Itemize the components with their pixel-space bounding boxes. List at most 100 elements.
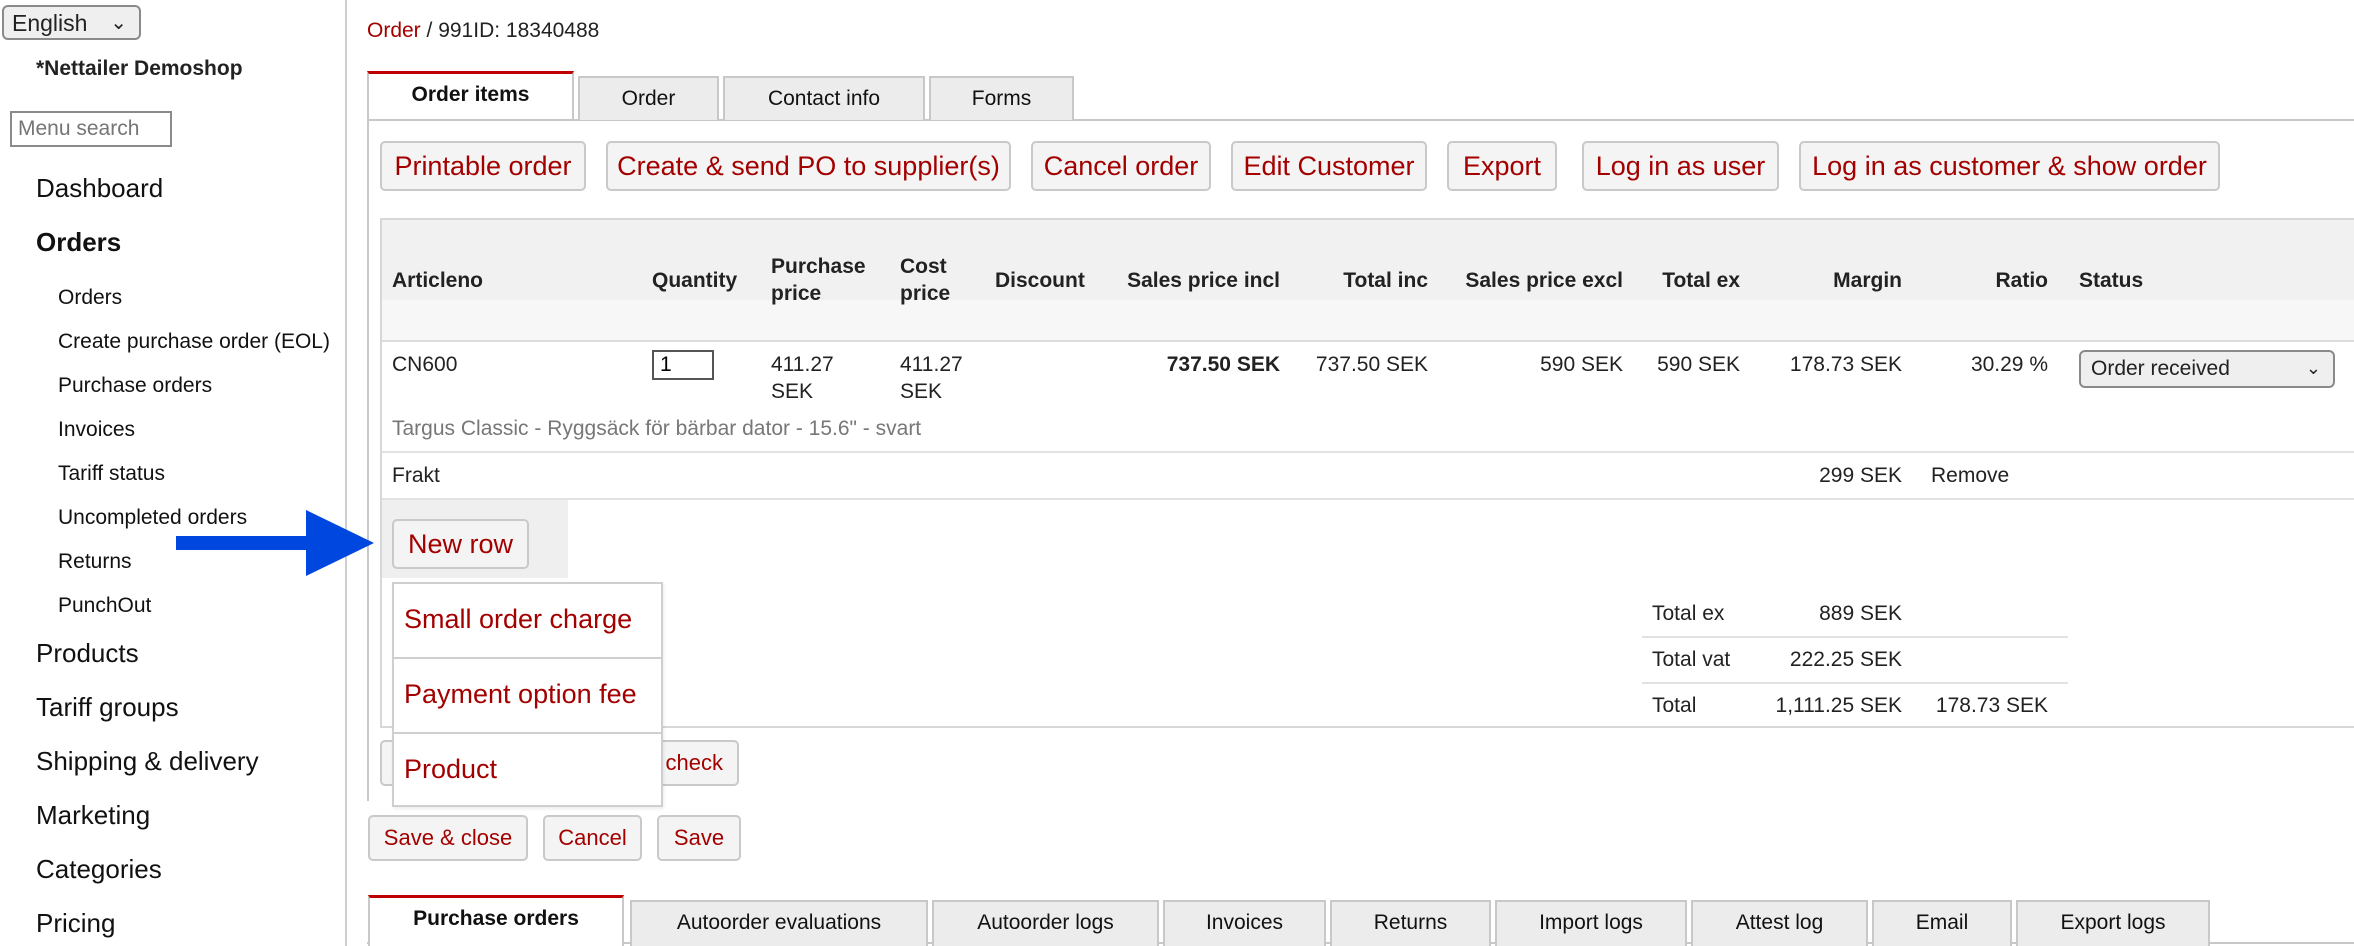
bottom-tab-returns[interactable]: Returns [1330, 900, 1491, 946]
chevron-down-icon: ⌄ [110, 12, 127, 34]
dropdown-item-small-order-charge[interactable]: Small order charge [394, 584, 661, 658]
sidebar-subitem-returns[interactable]: Returns [58, 550, 132, 574]
column-header-discount: Discount [995, 269, 1085, 292]
cancel-button[interactable]: Cancel [543, 815, 642, 861]
export-button[interactable]: Export [1447, 141, 1557, 191]
save-close-button[interactable]: Save & close [368, 815, 528, 861]
column-header-quantity: Quantity [652, 269, 738, 292]
column-header-cost-price-line2: price [900, 282, 951, 305]
dropdown-item-product[interactable]: Product [394, 734, 661, 808]
bottom-tab-autoorder-evaluations[interactable]: Autoorder evaluations [630, 900, 928, 946]
total-margin: 178.73 SEK [1935, 694, 2048, 717]
bottom-tab-attest-log[interactable]: Attest log [1691, 900, 1868, 946]
row-purchase-price: 411.27 SEK [771, 351, 834, 405]
row-total-ex: 590 SEK [1657, 353, 1740, 376]
sidebar-item-dashboard[interactable]: Dashboard [36, 173, 163, 204]
arrow-right-icon [176, 510, 374, 576]
column-header-total-inc: Total inc [1343, 269, 1428, 292]
row-cost-price-currency: SEK [900, 380, 943, 403]
tab-order[interactable]: Order [578, 76, 719, 120]
cancel-order-button[interactable]: Cancel order [1031, 141, 1211, 191]
sidebar-item-tariff-groups[interactable]: Tariff groups [36, 692, 179, 723]
language-select-value: English [12, 10, 88, 36]
sidebar-item-products[interactable]: Products [36, 638, 139, 669]
sidebar-item-pricing[interactable]: Pricing [36, 908, 115, 939]
bottom-tab-invoices[interactable]: Invoices [1163, 900, 1326, 946]
column-header-cost-price-line1: Cost [900, 255, 947, 278]
sidebar-subitem-punchout[interactable]: PunchOut [58, 594, 151, 618]
breadcrumb-separator: / [420, 19, 439, 42]
column-header-cost-price: Cost price [900, 253, 950, 307]
row-margin: 178.73 SEK [1789, 353, 1902, 376]
column-header-purchase-price-line1: Purchase [771, 255, 866, 278]
printable-order-button[interactable]: Printable order [380, 141, 586, 191]
quantity-input[interactable] [652, 350, 714, 380]
bottom-tab-purchase-orders[interactable]: Purchase orders [368, 895, 624, 946]
column-header-sales-price-excl: Sales price excl [1465, 269, 1623, 292]
tab-forms[interactable]: Forms [929, 76, 1074, 120]
row-description: Targus Classic - Ryggsäck för bärbar dat… [392, 417, 922, 440]
sidebar: English ⌄ *Nettailer Demoshop Dashboard … [0, 0, 347, 946]
row-ratio: 30.29 % [1970, 353, 2048, 376]
menu-search-input[interactable] [10, 111, 172, 147]
sidebar-subitem-tariff-status[interactable]: Tariff status [58, 462, 165, 486]
log-in-as-user-button[interactable]: Log in as user [1582, 141, 1779, 191]
column-header-sales-price-incl: Sales price incl [1127, 269, 1280, 292]
sidebar-item-shipping-delivery[interactable]: Shipping & delivery [36, 746, 259, 777]
column-header-purchase-price-line2: price [771, 282, 822, 305]
row-sales-price-incl: 737.50 SEK [1166, 353, 1280, 376]
breadcrumb-current: 991ID: 18340488 [438, 19, 600, 42]
bottom-tab-email[interactable]: Email [1872, 900, 2012, 946]
new-row-dropdown: Small order charge Payment option fee Pr… [392, 582, 663, 807]
row-sales-price-excl: 590 SEK [1540, 353, 1623, 376]
column-header-ratio: Ratio [1995, 269, 2049, 292]
sidebar-item-marketing[interactable]: Marketing [36, 800, 150, 831]
new-row-button[interactable]: New row [392, 519, 529, 569]
row-cost-price-value: 411.27 [900, 353, 963, 376]
bottom-tab-export-logs[interactable]: Export logs [2016, 900, 2210, 946]
column-header-total-ex: Total ex [1662, 269, 1740, 292]
sidebar-subitem-purchase-orders[interactable]: Purchase orders [58, 374, 212, 398]
tab-contact-info[interactable]: Contact info [723, 76, 925, 120]
chevron-down-icon: ⌄ [2305, 358, 2321, 378]
freight-link[interactable]: Frakt [392, 462, 440, 489]
breadcrumb-order-link[interactable]: Order [367, 19, 421, 42]
row-purchase-price-value: 411.27 [771, 353, 834, 376]
total-ex-value: 889 SEK [1819, 602, 1902, 625]
sidebar-item-orders[interactable]: Orders [36, 227, 121, 258]
total-vat-value: 222.25 SEK [1789, 648, 1902, 671]
save-button[interactable]: Save [657, 815, 741, 861]
freight-amount: 299 SEK [1819, 464, 1902, 487]
article-link-cn600[interactable]: CN600 [392, 351, 457, 378]
freight-remove-link[interactable]: Remove [1931, 462, 2009, 489]
total-value: 1,111.25 SEK [1775, 694, 1902, 717]
totals-divider [1642, 682, 2068, 684]
totals-divider [1642, 636, 2068, 638]
status-select[interactable]: Order received ⌄ [2079, 350, 2335, 388]
column-header-margin: Margin [1833, 269, 1902, 292]
edit-customer-button[interactable]: Edit Customer [1231, 141, 1427, 191]
table-header-filler [382, 300, 2354, 342]
log-in-as-customer-show-order-button[interactable]: Log in as customer & show order [1799, 141, 2220, 191]
dropdown-item-payment-option-fee[interactable]: Payment option fee [394, 659, 661, 733]
total-ex-label: Total ex [1652, 602, 1725, 625]
total-label: Total [1652, 694, 1697, 717]
sidebar-subitem-orders[interactable]: Orders [58, 286, 122, 310]
create-send-po-button[interactable]: Create & send PO to supplier(s) [606, 141, 1011, 191]
bottom-tab-autoorder-logs[interactable]: Autoorder logs [932, 900, 1159, 946]
row-divider [382, 498, 2354, 500]
sidebar-item-categories[interactable]: Categories [36, 854, 162, 885]
tab-order-items[interactable]: Order items [367, 71, 574, 119]
row-purchase-price-currency: SEK [771, 380, 814, 403]
row-total-inc: 737.50 SEK [1315, 353, 1428, 376]
bottom-tab-import-logs[interactable]: Import logs [1495, 900, 1687, 946]
shop-name: *Nettailer Demoshop [36, 57, 243, 80]
column-header-articleno: Articleno [392, 269, 484, 292]
status-select-value: Order received [2091, 357, 2230, 380]
row-divider [382, 451, 2354, 453]
breadcrumb: Order / 991ID: 18340488 [367, 19, 599, 43]
total-vat-label: Total vat [1652, 648, 1731, 671]
language-select[interactable]: English ⌄ [2, 5, 141, 40]
sidebar-subitem-create-purchase-order[interactable]: Create purchase order (EOL) [58, 330, 330, 354]
sidebar-subitem-invoices[interactable]: Invoices [58, 418, 135, 442]
